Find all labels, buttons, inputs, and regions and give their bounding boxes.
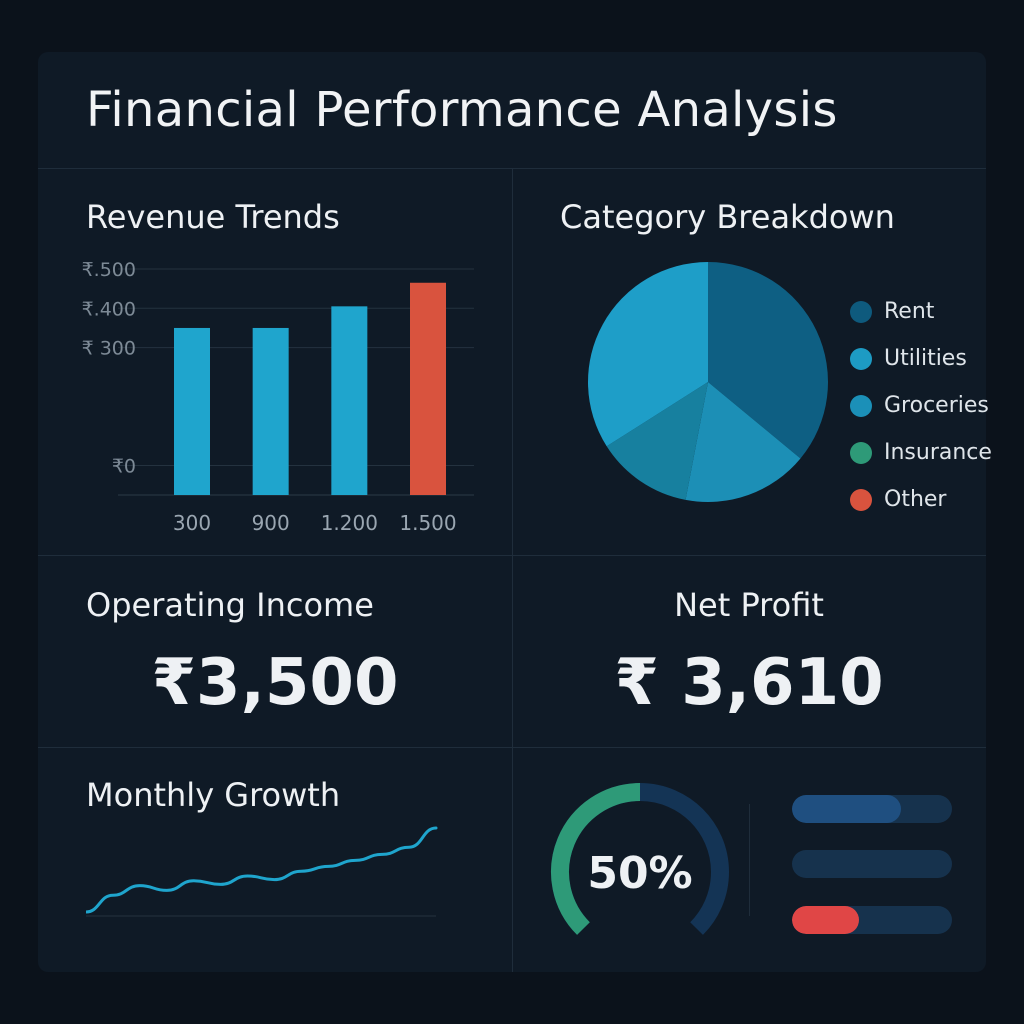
progress-bar-fill bbox=[792, 795, 901, 823]
legend-swatch bbox=[850, 347, 872, 370]
operating-income-title: Operating Income bbox=[86, 586, 374, 624]
legend-swatch bbox=[850, 300, 872, 323]
legend-swatch bbox=[850, 488, 872, 511]
progress-bar bbox=[792, 906, 952, 934]
legend-label: Other bbox=[884, 487, 947, 512]
legend-item-rent[interactable]: Rent bbox=[850, 288, 992, 335]
progress-bar-fill bbox=[792, 906, 860, 934]
legend-swatch bbox=[850, 441, 872, 464]
bar bbox=[331, 306, 368, 495]
legend-item-utilities[interactable]: Utilities bbox=[850, 335, 992, 382]
legend-item-insurance[interactable]: Insurance bbox=[850, 429, 992, 476]
bar bbox=[252, 327, 289, 495]
progress-bar bbox=[792, 795, 952, 823]
divider bbox=[749, 804, 750, 916]
y-tick-label: ₹.400 bbox=[82, 298, 136, 320]
x-tick-label: 1.500 bbox=[399, 511, 456, 535]
legend-label: Rent bbox=[884, 299, 935, 324]
dashboard-panel: Financial Performance Analysis Revenue T… bbox=[38, 52, 992, 972]
x-tick-label: 1.200 bbox=[321, 511, 378, 535]
monthly-growth-line-chart bbox=[86, 826, 438, 917]
legend-swatch bbox=[850, 394, 872, 417]
y-tick-label: ₹.500 bbox=[82, 259, 136, 281]
category-pie-chart bbox=[588, 262, 828, 502]
category-legend: Rent Utilities Groceries Insurance Other bbox=[850, 288, 992, 523]
x-tick-label: 300 bbox=[173, 511, 211, 535]
legend-label: Utilities bbox=[884, 346, 967, 371]
legend-item-other[interactable]: Other bbox=[850, 476, 992, 523]
revenue-bar-chart: ₹0 ₹ 300 ₹.400 ₹.500 300 900 1.200 1.500 bbox=[82, 259, 474, 535]
progress-gauge: 50% bbox=[551, 783, 729, 935]
legend-item-groceries[interactable]: Groceries bbox=[850, 382, 992, 429]
divider bbox=[512, 168, 513, 972]
growth-line bbox=[86, 826, 438, 914]
legend-label: Groceries bbox=[884, 393, 989, 418]
bar bbox=[410, 282, 446, 495]
net-profit-value: ₹ 3,610 bbox=[614, 646, 884, 720]
operating-income-value: ₹3,500 bbox=[151, 646, 399, 720]
y-tick-label: ₹0 bbox=[112, 456, 136, 478]
monthly-growth-title: Monthly Growth bbox=[86, 776, 341, 814]
x-tick-label: 900 bbox=[252, 511, 290, 535]
net-profit-title: Net Profit bbox=[674, 586, 824, 624]
legend-label: Insurance bbox=[884, 440, 992, 465]
category-breakdown-title: Category Breakdown bbox=[560, 198, 895, 236]
bar bbox=[174, 327, 210, 495]
progress-bar bbox=[792, 850, 952, 878]
y-tick-label: ₹ 300 bbox=[82, 338, 136, 360]
gauge-label: 50% bbox=[587, 848, 692, 899]
